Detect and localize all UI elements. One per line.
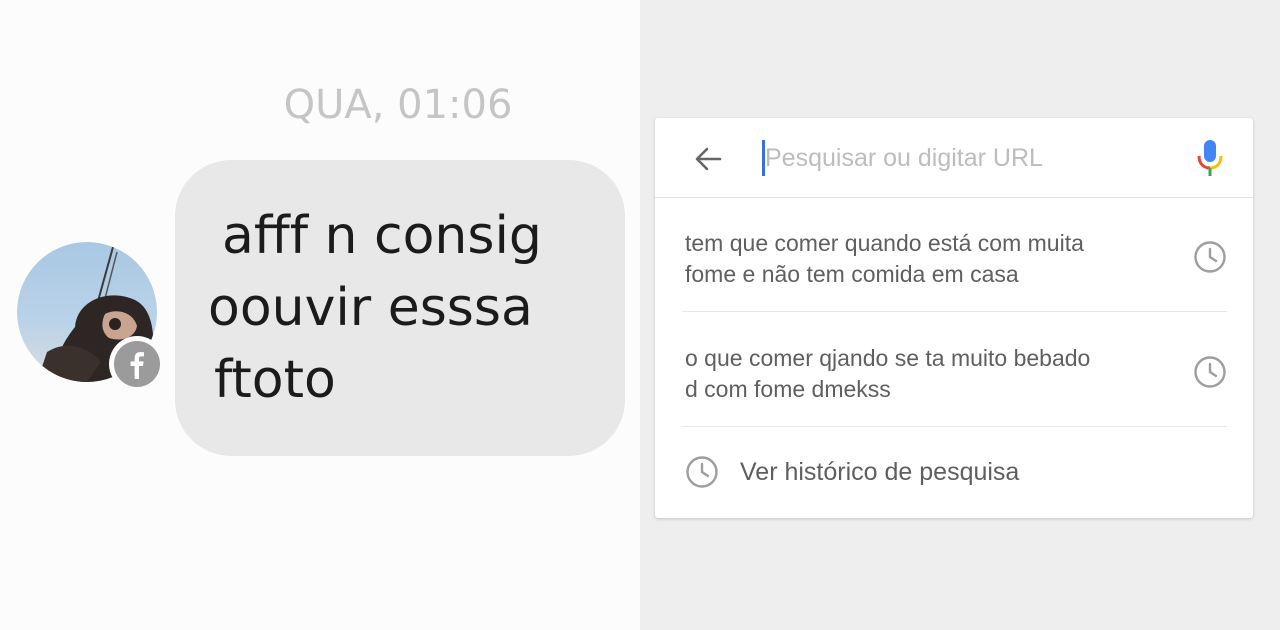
clock-icon	[1194, 241, 1226, 273]
search-input[interactable]	[765, 138, 1185, 178]
search-suggestion[interactable]: tem que comer quando está com muita fome…	[682, 198, 1227, 312]
back-arrow-icon	[695, 147, 722, 171]
screenshot-composite: QUA, 01:06 afff n consig oouvir esssa ft…	[0, 0, 1280, 630]
message-line: oouvir esssa	[208, 278, 533, 338]
message-line: afff n consig	[222, 206, 542, 266]
suggestion-line: o que comer qjando se ta muito bebado	[685, 345, 1091, 371]
suggestion-line: tem que comer quando está com muita	[685, 230, 1084, 256]
voice-search-button[interactable]	[1193, 138, 1227, 178]
search-bar	[655, 118, 1253, 198]
suggestion-line: fome e não tem comida em casa	[685, 261, 1019, 287]
suggestion-text: tem que comer quando está com muita fome…	[685, 228, 1165, 290]
clock-icon	[1194, 356, 1226, 388]
facebook-badge	[109, 336, 165, 392]
view-history-link[interactable]: Ver histórico de pesquisa	[685, 453, 1185, 493]
message-text: afff n consig oouvir esssa ftoto	[208, 200, 608, 416]
messenger-chat-panel: QUA, 01:06 afff n consig oouvir esssa ft…	[0, 0, 640, 630]
history-clock-icon	[686, 456, 718, 488]
facebook-icon	[130, 352, 144, 379]
message-line: ftoto	[214, 350, 336, 410]
search-suggestion[interactable]: o que comer qjando se ta muito bebado d …	[682, 313, 1227, 427]
suggestion-text: o que comer qjando se ta muito bebado d …	[685, 343, 1165, 405]
browser-search-panel: tem que comer quando está com muita fome…	[640, 0, 1280, 630]
suggestion-line: d com fome dmekss	[685, 376, 891, 402]
back-button[interactable]	[691, 142, 725, 176]
view-history-label: Ver histórico de pesquisa	[740, 458, 1020, 486]
microphone-icon	[1197, 140, 1223, 176]
search-card: tem que comer quando está com muita fome…	[655, 118, 1253, 518]
